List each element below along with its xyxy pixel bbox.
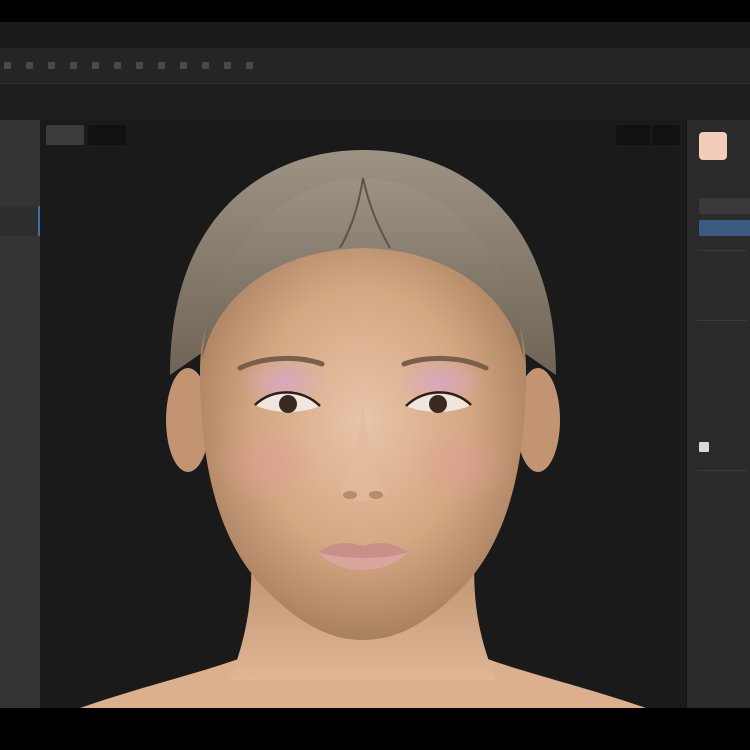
panel-button[interactable] [699,198,750,214]
3d-viewport[interactable] [40,120,686,708]
screen-frame-top [0,0,750,22]
viewport-tool-button[interactable] [88,125,126,145]
menu-icon [26,62,33,69]
menu-item[interactable] [224,62,234,69]
menu-item[interactable] [4,62,14,69]
menu-item[interactable] [180,62,190,69]
menu-icon [48,62,55,69]
menu-icon [224,62,231,69]
screen-frame-bottom [0,708,750,750]
menu-icon [246,62,253,69]
app-window [0,22,750,708]
color-swatch[interactable] [699,132,727,160]
menu-item[interactable] [26,62,36,69]
panel-divider [697,320,747,321]
menu-icon [92,62,99,69]
menu-item[interactable] [70,62,80,69]
menu-icon [202,62,209,69]
menu-item[interactable] [136,62,146,69]
viewport-tool-button[interactable] [46,125,84,145]
menu-item[interactable] [202,62,212,69]
sidebar-item-selected[interactable] [0,206,40,236]
viewport-header [0,84,750,120]
menu-item[interactable] [48,62,58,69]
title-bar [0,22,750,48]
menu-item[interactable] [158,62,168,69]
viewport-view-button[interactable] [652,125,680,145]
panel-button-active[interactable] [699,220,750,236]
face-render [80,150,646,708]
menu-icon [136,62,143,69]
left-sidebar [0,120,40,708]
menu-icon [158,62,165,69]
panel-divider [697,470,747,471]
panel-divider [697,250,747,251]
menu-bar [0,48,750,84]
menu-icon [114,62,121,69]
viewport-view-button[interactable] [616,125,650,145]
menu-item[interactable] [246,62,256,69]
panel-checkbox[interactable] [699,442,709,452]
menu-icon [4,62,11,69]
menu-icon [180,62,187,69]
properties-panel [686,120,750,708]
menu-item[interactable] [114,62,124,69]
menu-item[interactable] [92,62,102,69]
menu-icon [70,62,77,69]
